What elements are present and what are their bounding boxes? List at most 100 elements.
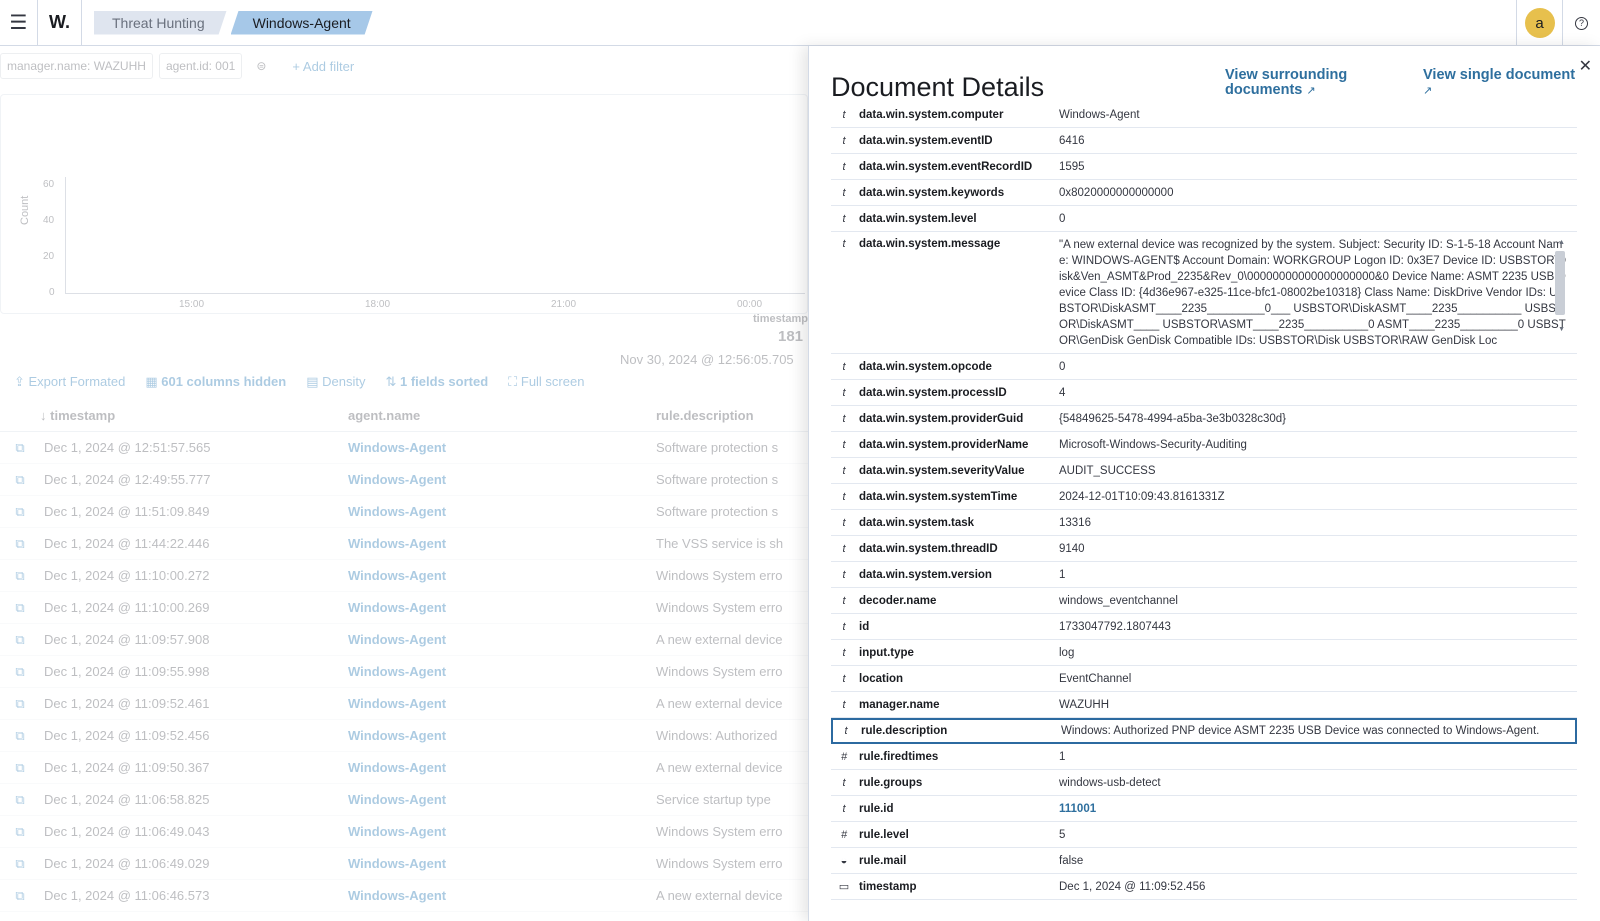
app-logo[interactable]: W. (38, 0, 82, 46)
help-button[interactable]: ? (1562, 0, 1600, 46)
cell-agent-name[interactable]: Windows-Agent (348, 504, 656, 519)
inspect-document-icon[interactable]: ⧉ (0, 888, 40, 904)
inspect-document-icon[interactable]: ⧉ (0, 536, 40, 552)
field-value: 6416 (1059, 134, 1085, 147)
view-single-document-link[interactable]: View single document ↗ (1423, 68, 1593, 99)
column-header-timestamp[interactable]: ↓ timestamp (40, 408, 348, 423)
table-row[interactable]: ⧉ Dec 1, 2024 @ 11:09:57.908 Windows-Agent… (0, 624, 808, 656)
cell-agent-name[interactable]: Windows-Agent (348, 632, 656, 647)
columns-hidden-button[interactable]: ▦ 601 columns hidden (145, 374, 286, 390)
inspect-document-icon[interactable]: ⧉ (0, 568, 40, 584)
cell-rule-description: A new external device (656, 888, 783, 903)
breadcrumb-threat-hunting[interactable]: Threat Hunting (94, 11, 227, 35)
density-label: Density (322, 374, 366, 389)
cell-rule-description: Windows System erro (656, 824, 783, 839)
table-row[interactable]: ⧉ Dec 1, 2024 @ 11:09:52.461 Windows-Agent… (0, 688, 808, 720)
table-row[interactable]: ⧉ Dec 1, 2024 @ 11:09:50.367 Windows-Agent… (0, 752, 808, 784)
cell-agent-name[interactable]: Windows-Agent (348, 696, 656, 711)
inspect-document-icon[interactable]: ⧉ (0, 760, 40, 776)
inspect-document-icon[interactable]: ⧉ (0, 664, 40, 680)
column-header-rule-description[interactable]: rule.description (656, 408, 806, 423)
sort-button[interactable]: ⇅ 1 fields sorted (386, 374, 489, 390)
table-row[interactable]: ⧉ Dec 1, 2024 @ 11:06:46.573 Windows-Agent… (0, 880, 808, 912)
table-row[interactable]: ⧉ Dec 1, 2024 @ 11:44:22.446 Windows-Agent… (0, 528, 808, 560)
filter-pill-manager[interactable]: manager.name: WAZUHH (0, 53, 153, 79)
field-value: 2024-12-01T10:09:43.8161331Z (1059, 490, 1225, 503)
breadcrumb-windows-agent[interactable]: Windows-Agent (231, 11, 373, 35)
inspect-document-icon[interactable]: ⧉ (0, 504, 40, 520)
inspect-document-icon[interactable]: ⧉ (0, 632, 40, 648)
field-row: ◒ rule.mail false (831, 848, 1577, 874)
chart-y-tick: 40 (43, 215, 55, 226)
inspect-document-icon[interactable]: ⧉ (0, 792, 40, 808)
density-button[interactable]: ▤ Density (306, 374, 365, 390)
field-type-icon: t (842, 238, 846, 250)
external-link-icon: ↗ (1306, 85, 1316, 97)
table-row[interactable]: ⧉ Dec 1, 2024 @ 11:51:09.849 Windows-Agent… (0, 496, 808, 528)
field-type-icon: t (842, 108, 846, 121)
field-name: decoder.name (859, 594, 937, 607)
inspect-document-icon[interactable]: ⧉ (0, 856, 40, 872)
field-value: Windows-Agent (1059, 108, 1140, 121)
table-row[interactable]: ⧉ Dec 1, 2024 @ 11:06:58.825 Windows-Agent… (0, 784, 808, 816)
table-row[interactable]: ⧉ Dec 1, 2024 @ 12:51:57.565 Windows-Agent… (0, 432, 808, 464)
table-row[interactable]: ⧉ Dec 1, 2024 @ 11:10:00.269 Windows-Agent… (0, 592, 808, 624)
inspect-document-icon[interactable]: ⧉ (0, 440, 40, 456)
sorted-label: 1 fields sorted (400, 374, 489, 389)
chart-x-tick: 18:00 (365, 299, 391, 310)
cell-rule-description: A new external device (656, 632, 783, 647)
message-scroll-box[interactable]: "A new external device was recognized by… (1059, 232, 1567, 344)
table-row[interactable]: ⧉ Dec 1, 2024 @ 11:09:55.998 Windows-Agent… (0, 656, 808, 688)
field-row: t data.win.system.severityValue AUDIT_SUCC… (831, 458, 1577, 484)
table-row[interactable]: ⧉ Dec 1, 2024 @ 12:49:55.777 Windows-Agent… (0, 464, 808, 496)
cell-agent-name[interactable]: Windows-Agent (348, 888, 656, 903)
field-type-icon: # (840, 828, 848, 841)
user-menu[interactable]: a (1516, 0, 1562, 46)
cell-agent-name[interactable]: Windows-Agent (348, 792, 656, 807)
inspect-document-icon[interactable]: ⧉ (0, 728, 40, 744)
cell-agent-name[interactable]: Windows-Agent (348, 856, 656, 871)
scrollbar[interactable]: ▲ ▼ (1555, 232, 1567, 344)
field-type-icon: t (842, 438, 846, 451)
field-name: data.win.system.opcode (859, 360, 992, 373)
cell-agent-name[interactable]: Windows-Agent (348, 600, 656, 615)
column-header-agent-name[interactable]: agent.name (348, 408, 656, 423)
table-row[interactable]: ⧉ Dec 1, 2024 @ 11:06:49.029 Windows-Agent… (0, 848, 808, 880)
scroll-thumb[interactable] (1555, 251, 1565, 315)
filter-pill-agent[interactable]: agent.id: 001 (158, 53, 243, 79)
filter-options-icon[interactable]: ⊜ (256, 59, 266, 73)
inspect-document-icon[interactable]: ⧉ (0, 472, 40, 488)
cell-agent-name[interactable]: Windows-Agent (348, 536, 656, 551)
cell-agent-name[interactable]: Windows-Agent (348, 824, 656, 839)
scroll-up-icon[interactable]: ▲ (1558, 235, 1565, 251)
field-value: 1 (1059, 750, 1066, 763)
cell-agent-name[interactable]: Windows-Agent (348, 664, 656, 679)
cell-agent-name[interactable]: Windows-Agent (348, 568, 656, 583)
add-filter-button[interactable]: + Add filter (292, 59, 354, 74)
scroll-down-icon[interactable]: ▼ (1558, 322, 1565, 338)
cell-agent-name[interactable]: Windows-Agent (348, 440, 656, 455)
export-button[interactable]: ⇪ Export Formated (14, 374, 125, 390)
inspect-document-icon[interactable]: ⧉ (0, 824, 40, 840)
inspect-document-icon[interactable]: ⧉ (0, 696, 40, 712)
fullscreen-button[interactable]: ⛶ Full screen (508, 374, 584, 390)
external-link-icon: ↗ (1423, 85, 1433, 97)
field-row: ▭ timestamp Dec 1, 2024 @ 11:09:52.456 (831, 874, 1577, 900)
field-value[interactable]: 111001 (1057, 803, 1577, 815)
table-row[interactable]: ⧉ Dec 1, 2024 @ 11:10:00.272 Windows-Agent… (0, 560, 808, 592)
cell-agent-name[interactable]: Windows-Agent (348, 760, 656, 775)
cell-timestamp: Dec 1, 2024 @ 11:09:57.908 (44, 632, 210, 647)
cell-timestamp: Dec 1, 2024 @ 11:09:52.456 (44, 728, 210, 743)
avatar[interactable]: a (1524, 8, 1555, 38)
table-row[interactable]: ⧉ Dec 1, 2024 @ 11:06:49.043 Windows-Agent… (0, 816, 808, 848)
view-surrounding-documents-link[interactable]: View surrounding documents ↗ (1225, 68, 1385, 99)
cell-agent-name[interactable]: Windows-Agent (348, 472, 656, 487)
cell-agent-name[interactable]: Windows-Agent (348, 728, 656, 743)
hamburger-menu-icon[interactable]: ☰ (0, 0, 38, 46)
table-row[interactable]: ⧉ Dec 1, 2024 @ 11:09:52.456 Windows-Agent… (0, 720, 808, 752)
inspect-document-icon[interactable]: ⧉ (0, 600, 40, 616)
field-row: t manager.name WAZUHH (831, 692, 1577, 718)
field-value: 5 (1059, 828, 1066, 841)
field-row: t data.win.system.keywords 0x8020000000000… (831, 180, 1577, 206)
field-type-icon: t (842, 186, 846, 199)
